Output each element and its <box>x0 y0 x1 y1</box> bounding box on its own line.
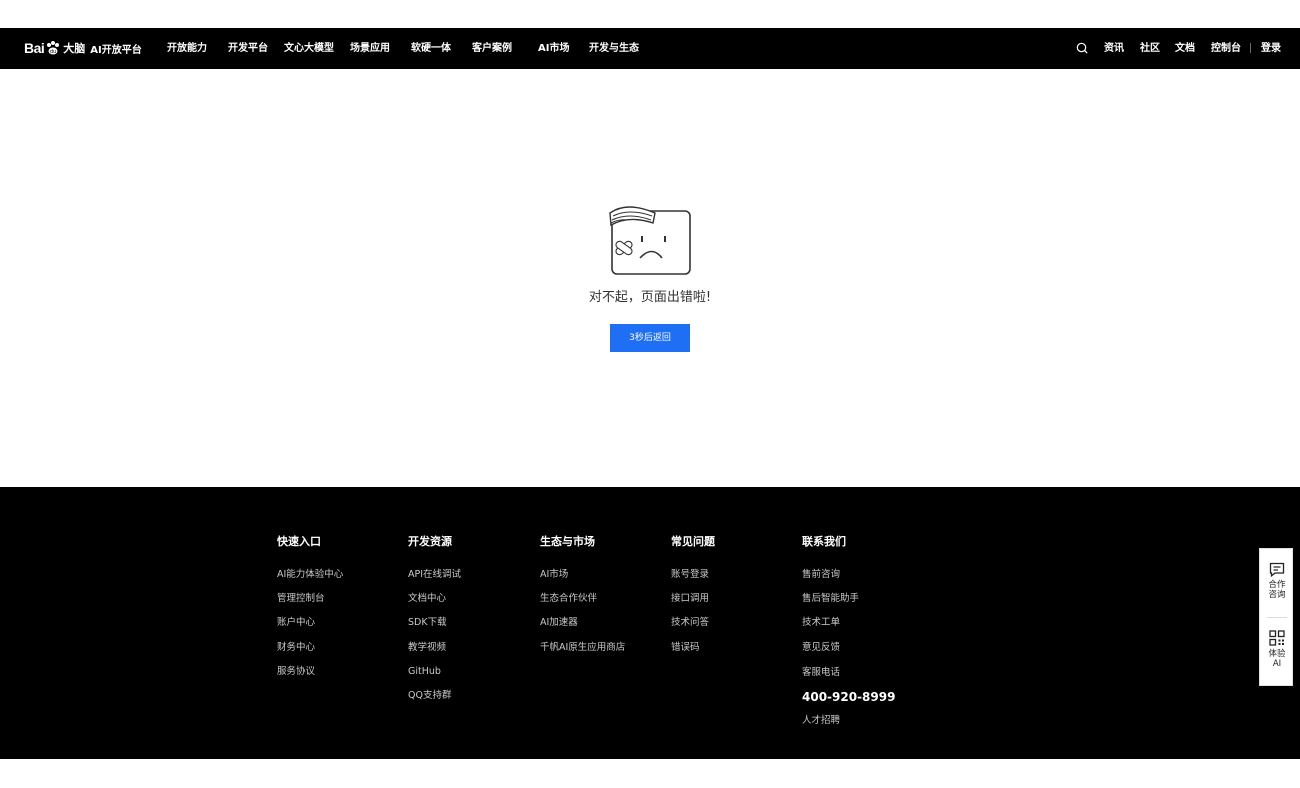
baidu-paw-icon: du <box>47 41 60 55</box>
footer-link[interactable]: 生态合作伙伴 <box>540 593 597 605</box>
nav-item-ai-market[interactable]: AI市场 <box>538 42 569 55</box>
footer-link[interactable]: AI加速器 <box>540 617 578 629</box>
support-phone: 400-920-8999 <box>802 690 896 704</box>
svg-text:du: du <box>50 49 56 55</box>
baidu-ai-logo[interactable]: Bai du 大脑 AI开放平台 <box>24 37 142 59</box>
footer-link[interactable]: 管理控制台 <box>277 593 325 605</box>
nav-divider <box>1250 43 1251 53</box>
try-ai-button[interactable]: 体验 AI <box>1260 630 1294 669</box>
nav-community[interactable]: 社区 <box>1140 42 1160 55</box>
footer-link[interactable]: 意见反馈 <box>802 642 840 654</box>
error-message: 对不起，页面出错啦! <box>588 290 712 305</box>
side-divider <box>1267 617 1287 618</box>
try-label-2: AI <box>1272 659 1282 669</box>
consult-label-1: 合作 <box>1268 580 1286 590</box>
nav-news[interactable]: 资讯 <box>1104 42 1124 55</box>
footer-link[interactable]: 接口调用 <box>671 593 709 605</box>
footer-link[interactable]: 教学视频 <box>408 642 446 654</box>
try-label-1: 体验 <box>1268 649 1286 659</box>
consult-label-2: 咨询 <box>1268 590 1286 600</box>
footer-link[interactable]: GitHub <box>408 666 441 678</box>
logo-text-bai: Bai <box>24 40 45 56</box>
footer-link[interactable]: 技术工单 <box>802 617 840 629</box>
footer-link[interactable]: 售前咨询 <box>802 569 840 581</box>
footer-link[interactable]: 账户中心 <box>277 617 315 629</box>
footer-link[interactable]: 售后智能助手 <box>802 593 859 605</box>
login-link[interactable]: 登录 <box>1261 42 1281 55</box>
side-float-panel: 合作 咨询 体验 AI <box>1259 548 1293 686</box>
nav-item-cases[interactable]: 客户案例 <box>472 42 512 55</box>
qr-code-icon <box>1269 630 1285 646</box>
footer-link[interactable]: AI市场 <box>540 569 568 581</box>
nav-item-dev-platform[interactable]: 开发平台 <box>228 42 268 55</box>
back-countdown-button[interactable]: 3秒后返回 <box>610 324 690 352</box>
footer-col-title-quick: 快速入口 <box>277 535 321 548</box>
footer-link[interactable]: 客服电话 <box>802 667 840 679</box>
footer-link[interactable]: 财务中心 <box>277 642 315 654</box>
footer-link[interactable]: 服务协议 <box>277 666 315 678</box>
site-footer: 快速入口 AI能力体验中心 管理控制台 账户中心 财务中心 服务协议 开发资源 … <box>0 487 1300 759</box>
footer-link[interactable]: 技术问答 <box>671 617 709 629</box>
logo-text-brand: 大脑 <box>63 42 86 55</box>
footer-link[interactable]: SDK下载 <box>408 617 447 629</box>
footer-link[interactable]: 账号登录 <box>671 569 709 581</box>
consult-button[interactable]: 合作 咨询 <box>1260 562 1294 600</box>
footer-col-title-ecosystem: 生态与市场 <box>540 535 595 548</box>
nav-console[interactable]: 控制台 <box>1211 42 1241 55</box>
footer-col-title-faq: 常见问题 <box>671 535 715 548</box>
nav-docs[interactable]: 文档 <box>1175 42 1195 55</box>
nav-item-ernie[interactable]: 文心大模型 <box>284 42 334 55</box>
chat-icon <box>1269 562 1285 577</box>
footer-link[interactable]: API在线调试 <box>408 569 461 581</box>
footer-link[interactable]: 千帆AI原生应用商店 <box>540 642 625 654</box>
footer-col-title-contact: 联系我们 <box>802 535 846 548</box>
nav-item-open-capabilities[interactable]: 开放能力 <box>167 42 207 55</box>
broken-page-icon <box>609 206 691 275</box>
footer-col-title-resources: 开发资源 <box>408 535 452 548</box>
search-icon[interactable] <box>1076 42 1088 54</box>
nav-item-ecosystem[interactable]: 开发与生态 <box>589 42 639 55</box>
footer-link[interactable]: 文档中心 <box>408 593 446 605</box>
nav-item-hardware[interactable]: 软硬一体 <box>411 42 451 55</box>
footer-link[interactable]: AI能力体验中心 <box>277 569 343 581</box>
nav-item-scenarios[interactable]: 场景应用 <box>350 42 390 55</box>
footer-link[interactable]: QQ支持群 <box>408 690 451 702</box>
top-navigation-bar: Bai du 大脑 AI开放平台 开放能力 开发平台 文心大模型 场景应用 软硬… <box>0 28 1300 69</box>
footer-link[interactable]: 错误码 <box>671 642 700 654</box>
footer-link[interactable]: 人才招聘 <box>802 715 840 727</box>
logo-text-sub: AI开放平台 <box>90 44 142 56</box>
